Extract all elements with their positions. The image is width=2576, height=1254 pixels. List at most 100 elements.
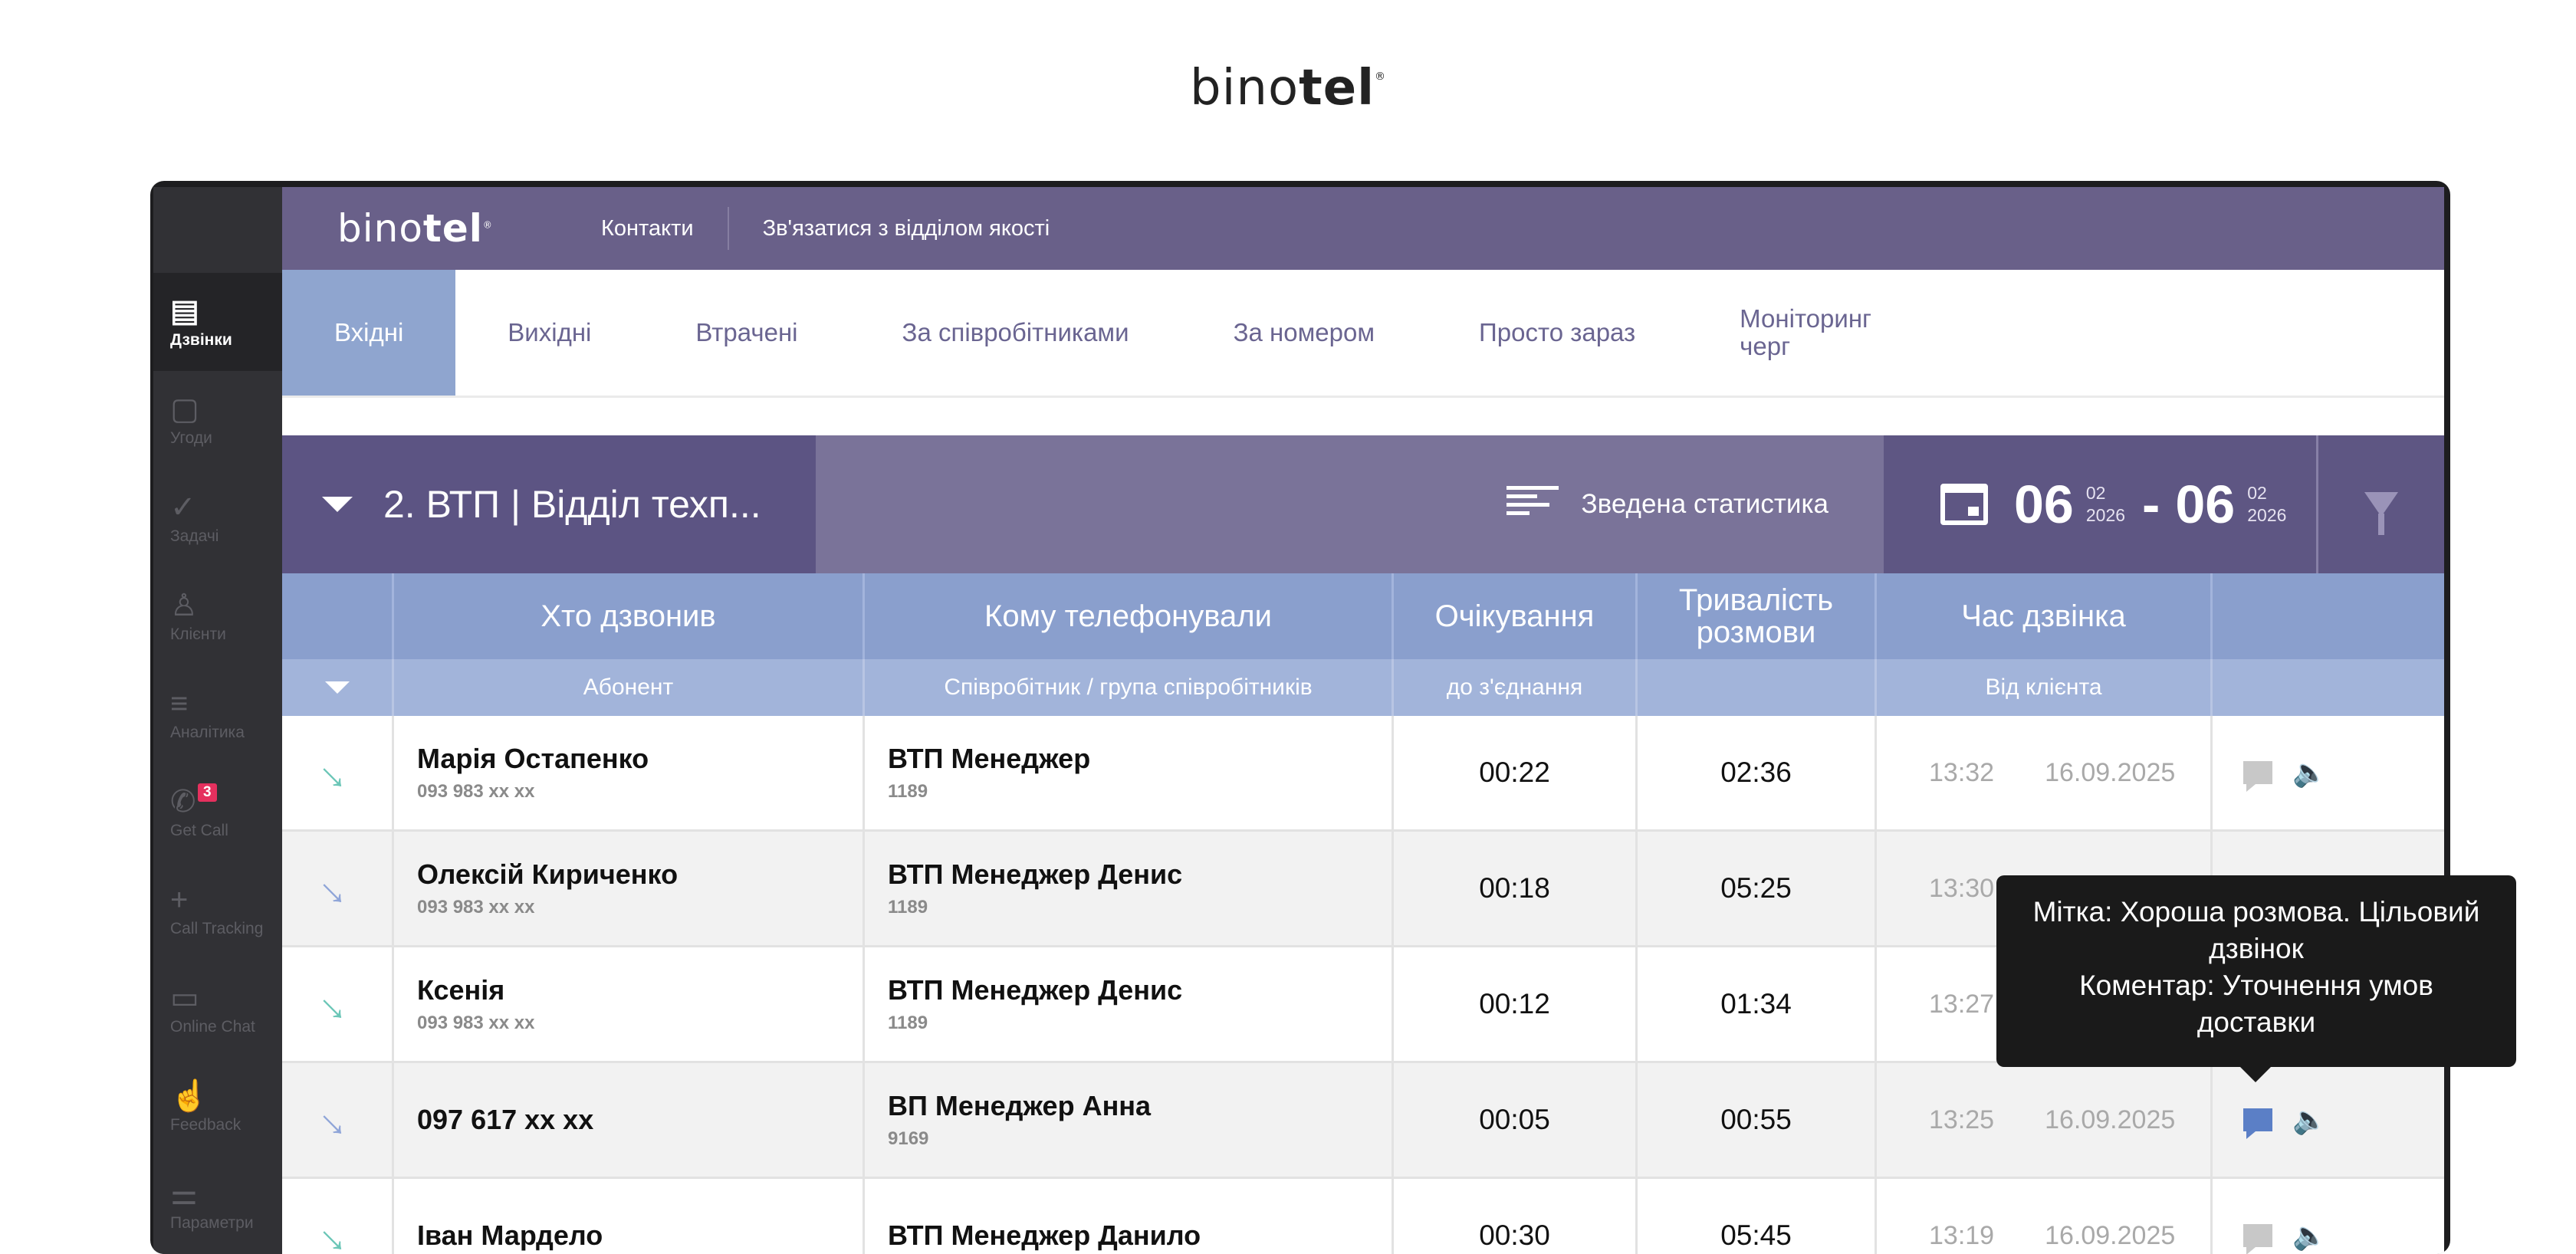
header-call-time[interactable]: Час дзвінка [1877, 573, 2213, 659]
tab-outgoing[interactable]: Вихідні [455, 270, 643, 396]
caller-name[interactable]: 097 617 xx xx [417, 1104, 593, 1136]
caller-cell: 097 617 xx xx [394, 1063, 865, 1177]
tab-incoming[interactable]: Вхідні [282, 270, 456, 396]
tab-right-now[interactable]: Просто зараз [1427, 270, 1687, 396]
sliders-icon: ⚌ [170, 1177, 198, 1211]
comment-icon[interactable] [2243, 1224, 2272, 1254]
callee-ext: 9169 [888, 1128, 929, 1149]
sidebar-item-label: Параметри [170, 1214, 254, 1232]
tab-by-employees[interactable]: За співробітниками [850, 270, 1181, 396]
expand-triangle-icon [324, 681, 350, 694]
header-callee[interactable]: Кому телефонували [865, 573, 1394, 659]
incoming-arrow-icon: → [282, 716, 394, 829]
filter-bar: 2. ВТП | Відділ техп... Зведена статисти… [282, 435, 2444, 573]
caller-name[interactable]: Олексій Кириченко [417, 858, 678, 891]
sidebar-item-label: Клієнти [170, 625, 226, 643]
header-duration[interactable]: Тривалість розмови [1638, 573, 1877, 659]
audio-icon[interactable]: 🔈 [2292, 1220, 2327, 1252]
header-logo[interactable]: binotel® [282, 206, 567, 251]
subheader-call-time: Від клієнта [1877, 659, 2213, 716]
incoming-arrow-icon: → [282, 1179, 394, 1254]
sidebar-item-calls[interactable]: ▤ Дзвінки [153, 273, 282, 371]
audio-icon[interactable]: 🔈 [2292, 757, 2327, 789]
caller-name[interactable]: Іван Мардело [417, 1220, 603, 1252]
tooltip-tag: Мітка: Хороша розмова. Цільовий дзвінок [2032, 896, 2480, 964]
table-row[interactable]: → Марія Остапенко 093 983 xx xx ВТП Менед… [282, 716, 2444, 832]
call-time: 13:32 16.09.2025 [1877, 716, 2213, 829]
user-icon: ♙ [170, 589, 198, 622]
row-actions: 🔈 [2213, 1179, 2444, 1254]
subheader-duration [1638, 659, 1877, 716]
header-wait[interactable]: Очікування [1394, 573, 1638, 659]
sidebar-item-label: Угоди [170, 429, 212, 447]
table-subheader: Абонент Співробітник / група співробітни… [282, 659, 2444, 716]
wait-time: 00:18 [1394, 832, 1638, 945]
table-row[interactable]: → 097 617 xx xx ВП Менеджер Анна 9169 00:… [282, 1063, 2444, 1179]
sidebar-item-label: Аналітика [170, 724, 245, 741]
stats-icon [1506, 486, 1559, 523]
incoming-arrow-icon: → [282, 832, 394, 945]
callee-name: ВТП Менеджер [888, 743, 1091, 774]
check-icon: ✓ [170, 491, 196, 524]
sidebar-item-clients[interactable]: ♙ Клієнти [153, 567, 282, 665]
filter-button[interactable] [2316, 435, 2444, 573]
thumb-icon: ☝ [170, 1079, 209, 1113]
caller-cell: Марія Остапенко 093 983 xx xx [394, 716, 865, 829]
callee-cell: ВТП Менеджер Денис 1189 [865, 947, 1394, 1061]
phone-icon: ✆ [170, 785, 196, 819]
tab-missed[interactable]: Втрачені [643, 270, 849, 396]
table-row[interactable]: → Іван Мардело ВТП Менеджер Данило 00:30… [282, 1179, 2444, 1254]
header-caller[interactable]: Хто дзвонив [394, 573, 865, 659]
tab-by-number[interactable]: За номером [1181, 270, 1427, 396]
contacts-link[interactable]: Контакти [567, 216, 728, 241]
callee-ext: 1189 [888, 781, 928, 802]
sidebar-item-feedback[interactable]: ☝ Feedback [153, 1058, 282, 1156]
comment-icon[interactable] [2243, 761, 2272, 792]
header-cell-empty [282, 573, 394, 659]
expand-all-toggle[interactable] [282, 659, 394, 716]
deals-icon: ▢ [170, 392, 199, 426]
date-from-month-year: 02 2026 [2085, 483, 2126, 525]
caller-phone: 093 983 xx xx [417, 781, 535, 802]
analytics-icon: ≡ [170, 687, 189, 721]
subheader-caller: Абонент [394, 659, 865, 716]
sidebar-item-call-tracking[interactable]: + Call Tracking [153, 862, 282, 960]
table-header: Хто дзвонив Кому телефонували Очікування… [282, 573, 2444, 659]
callee-ext: 1189 [888, 897, 928, 918]
subheader-actions [2213, 659, 2444, 716]
wait-time: 00:05 [1394, 1063, 1638, 1177]
caller-phone: 093 983 xx xx [417, 897, 535, 918]
summary-stats-button[interactable]: Зведена статистика [816, 435, 1884, 573]
comment-icon[interactable] [2243, 1108, 2272, 1139]
sidebar-item-analytics[interactable]: ≡ Аналітика [153, 665, 282, 763]
binotel-logo: binotel® [1189, 60, 1387, 117]
header-cell-actions [2213, 573, 2444, 659]
date-from-day: 06 [2014, 474, 2074, 534]
date-dash: - [2142, 474, 2160, 534]
quality-link[interactable]: Зв'язатися з відділом якості [729, 216, 1084, 241]
group-selector[interactable]: 2. ВТП | Відділ техп... [282, 435, 816, 573]
call-duration: 05:25 [1638, 832, 1877, 945]
chat-icon: ▭ [170, 981, 199, 1015]
sidebar-item-get-call[interactable]: ✆ 3 Get Call [153, 763, 282, 862]
caller-name[interactable]: Марія Остапенко [417, 743, 649, 775]
caller-cell: Олексій Кириченко 093 983 xx xx [394, 832, 865, 945]
row-actions: 🔈 [2213, 716, 2444, 829]
date-range-picker[interactable]: 06 02 2026 - 06 02 2026 [1884, 435, 2316, 573]
call-time: 13:19 16.09.2025 [1877, 1179, 2213, 1254]
callee-name: ВТП Менеджер Денис [888, 858, 1183, 890]
sidebar-item-tasks[interactable]: ✓ Задачі [153, 469, 282, 567]
sidebar-item-settings[interactable]: ⚌ Параметри [153, 1156, 282, 1254]
group-name: 2. ВТП | Відділ техп... [383, 483, 761, 526]
date-to-month-year: 02 2026 [2247, 483, 2287, 525]
tab-queue-monitoring[interactable]: Моніторинг черг [1687, 270, 1945, 396]
call-duration: 01:34 [1638, 947, 1877, 1061]
subheader-callee: Співробітник / група співробітників [865, 659, 1394, 716]
sidebar-item-online-chat[interactable]: ▭ Online Chat [153, 960, 282, 1058]
sidebar-item-deals[interactable]: ▢ Угоди [153, 371, 282, 469]
caller-cell: Ксенія 093 983 xx xx [394, 947, 865, 1061]
sidebar-item-label: Online Chat [170, 1018, 255, 1036]
audio-icon[interactable]: 🔈 [2292, 1104, 2327, 1136]
call-duration: 02:36 [1638, 716, 1877, 829]
caller-name[interactable]: Ксенія [417, 974, 504, 1006]
